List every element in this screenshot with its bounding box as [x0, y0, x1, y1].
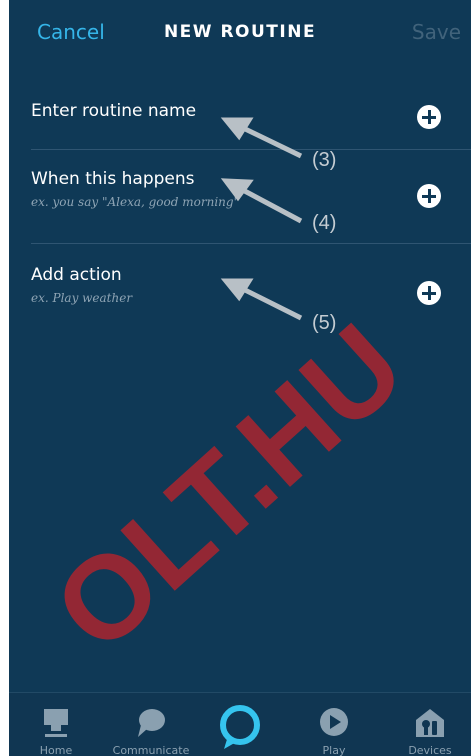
nav-play-label: Play: [322, 744, 346, 756]
chat-bubble-icon: [138, 709, 165, 737]
arrowhead-5-icon: [220, 278, 254, 302]
nav-communicate-label: Communicate: [112, 744, 190, 756]
arrow-3-icon: [237, 123, 303, 159]
nav-communicate[interactable]: Communicate: [106, 693, 196, 756]
alexa-ring-icon: [220, 705, 260, 749]
arrowhead-3-icon: [220, 117, 254, 141]
devices-icon: [416, 709, 444, 737]
nav-home[interactable]: Home: [11, 693, 101, 756]
callout-4: (4): [312, 212, 337, 234]
arrow-4-icon: [237, 185, 303, 224]
routine-screen: Cancel NEW ROUTINE Save Enter routine na…: [9, 0, 471, 756]
left-edge-strip: [0, 0, 9, 756]
arrow-5-icon: [237, 284, 303, 321]
nav-alexa[interactable]: [195, 693, 285, 756]
callout-3: (3): [312, 149, 337, 171]
nav-devices[interactable]: Devices: [385, 693, 471, 756]
bottom-nav: Home Communicate Play Devices: [9, 692, 471, 756]
nav-devices-label: Devices: [408, 744, 452, 756]
callout-5: (5): [312, 312, 337, 334]
nav-play[interactable]: Play: [289, 693, 379, 756]
arrowhead-4-icon: [220, 178, 254, 202]
nav-home-label: Home: [39, 744, 73, 756]
home-icon: [44, 709, 68, 737]
play-icon: [320, 708, 348, 736]
annotation-arrows: [220, 117, 303, 321]
